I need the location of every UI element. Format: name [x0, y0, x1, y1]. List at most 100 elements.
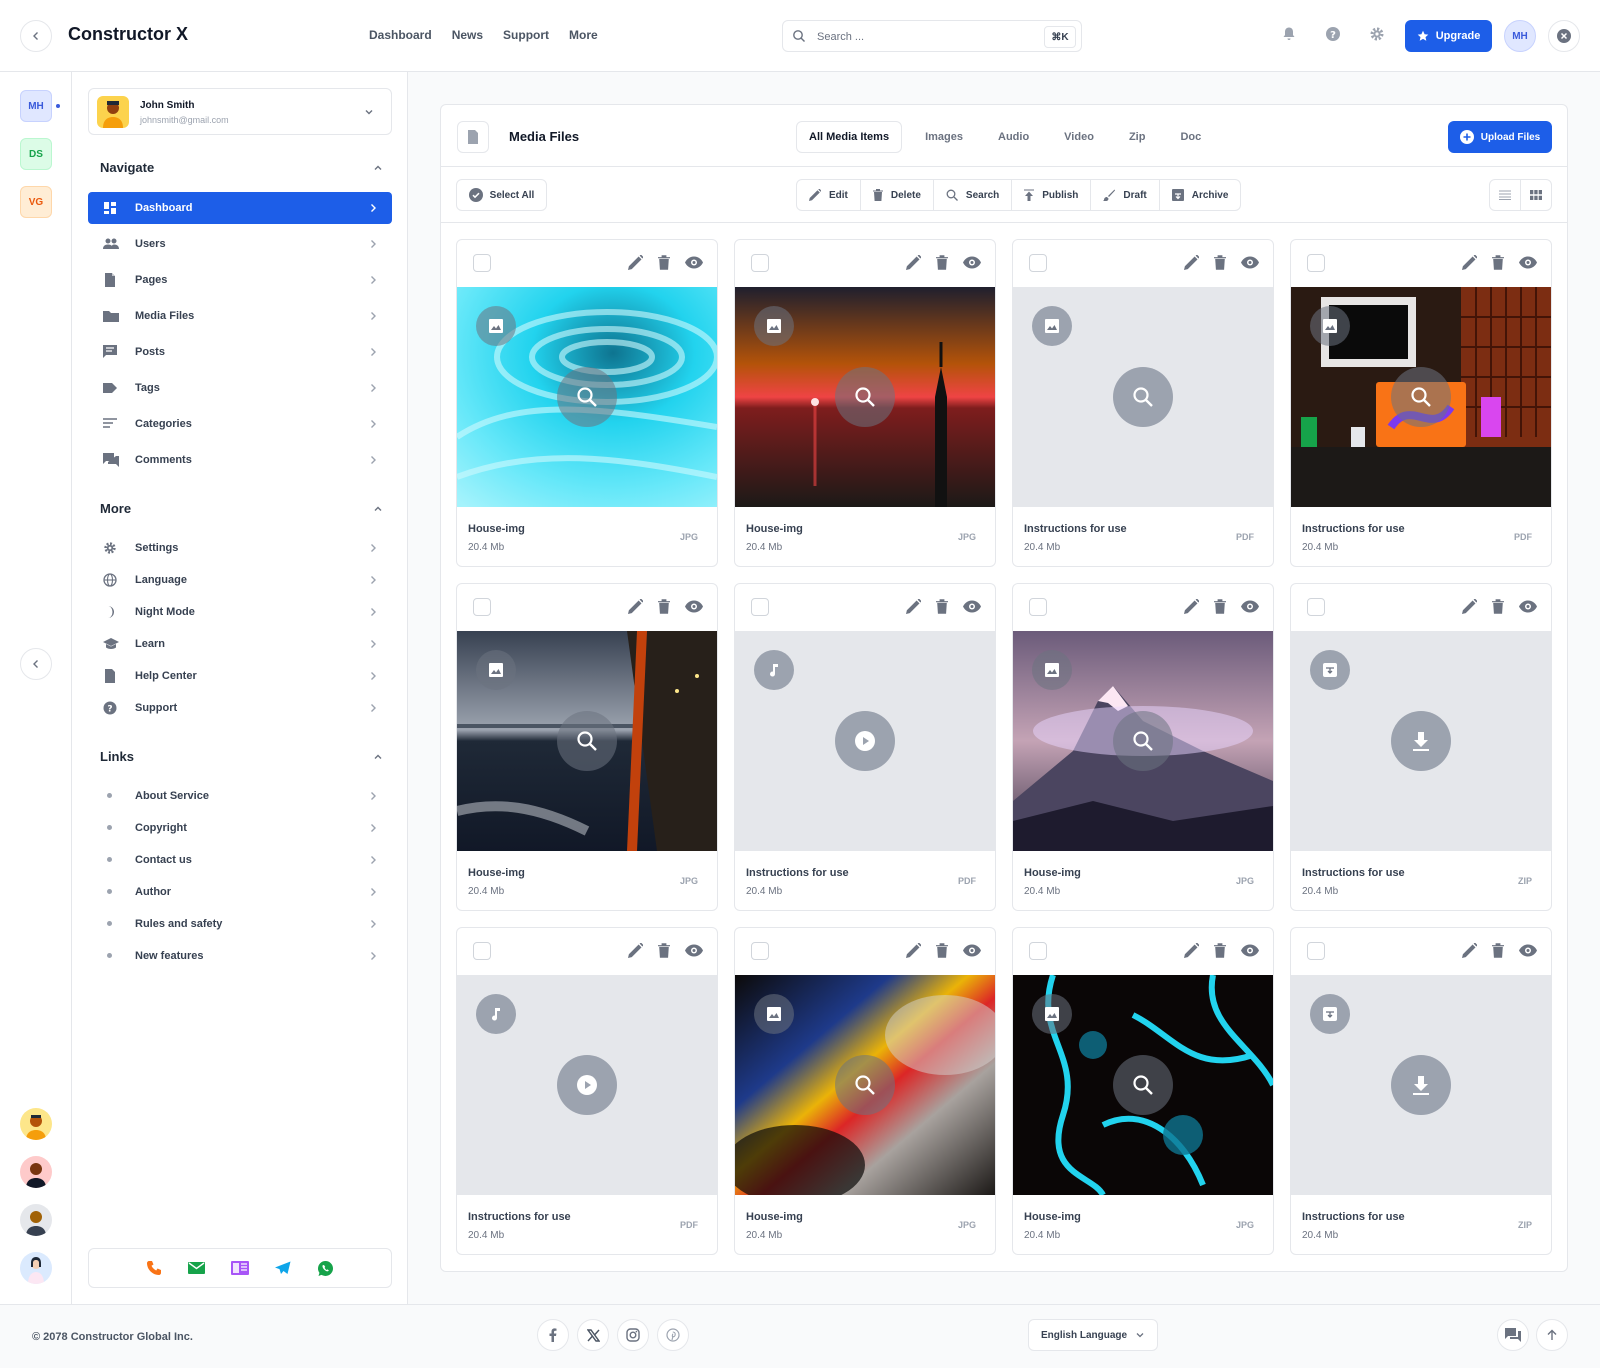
archive-button[interactable]: Archive [1160, 180, 1241, 210]
help-icon[interactable]: ? [1325, 26, 1341, 42]
select-checkbox[interactable] [473, 598, 491, 616]
link-copyright[interactable]: Copyright [88, 812, 392, 844]
tab-video[interactable]: Video [1052, 121, 1106, 153]
media-card[interactable]: Instructions for use 20.4 Mb ZIP [1290, 583, 1552, 911]
trash-icon[interactable] [658, 943, 670, 958]
select-checkbox[interactable] [1029, 942, 1047, 960]
preview-button[interactable] [1113, 367, 1173, 427]
pencil-icon[interactable] [1462, 943, 1477, 958]
mail-icon[interactable] [188, 1261, 205, 1275]
workspace-vg[interactable]: VG [20, 186, 52, 218]
eye-icon[interactable] [963, 255, 981, 270]
media-thumbnail[interactable] [1013, 975, 1273, 1195]
section-navigate[interactable]: Navigate [100, 160, 384, 175]
draft-button[interactable]: Draft [1091, 180, 1160, 210]
pencil-icon[interactable] [906, 255, 921, 270]
section-links[interactable]: Links [100, 749, 384, 764]
link-rules-and-safety[interactable]: Rules and safety [88, 908, 392, 940]
select-checkbox[interactable] [473, 254, 491, 272]
topnav-dashboard[interactable]: Dashboard [369, 28, 432, 42]
sidebar-item-media-files[interactable]: Media Files [88, 300, 392, 332]
select-checkbox[interactable] [473, 942, 491, 960]
workspace-ds[interactable]: DS [20, 138, 52, 170]
eye-icon[interactable] [1241, 255, 1259, 270]
eye-icon[interactable] [685, 599, 703, 614]
sidebar-item-support[interactable]: ? Support [88, 692, 392, 724]
sidebar-item-help-center[interactable]: Help Center [88, 660, 392, 692]
eye-icon[interactable] [685, 943, 703, 958]
select-checkbox[interactable] [751, 942, 769, 960]
preview-button[interactable] [835, 711, 895, 771]
trash-icon[interactable] [936, 255, 948, 270]
sidebar-item-learn[interactable]: Learn [88, 628, 392, 660]
sidebar-item-pages[interactable]: Pages [88, 264, 392, 296]
team-avatar[interactable] [20, 1204, 52, 1236]
trash-icon[interactable] [936, 599, 948, 614]
preview-button[interactable] [1113, 711, 1173, 771]
tab-audio[interactable]: Audio [986, 121, 1041, 153]
publish-button[interactable]: Publish [1012, 180, 1092, 210]
select-checkbox[interactable] [1307, 254, 1325, 272]
eye-icon[interactable] [685, 255, 703, 270]
language-select[interactable]: English Language [1028, 1319, 1158, 1351]
topnav-more[interactable]: More [569, 28, 598, 42]
media-card[interactable]: House-img 20.4 Mb JPG [734, 239, 996, 567]
media-thumbnail[interactable] [735, 975, 995, 1195]
tab-all-media-items[interactable]: All Media Items [796, 121, 903, 153]
preview-button[interactable] [557, 711, 617, 771]
account-avatar[interactable]: MH [1504, 20, 1536, 52]
pencil-icon[interactable] [906, 943, 921, 958]
media-card[interactable]: Instructions for use 20.4 Mb PDF [456, 927, 718, 1255]
link-new-features[interactable]: New features [88, 940, 392, 972]
edit-button[interactable]: Edit [797, 180, 861, 210]
media-card[interactable]: Instructions for use 20.4 Mb ZIP [1290, 927, 1552, 1255]
media-thumbnail[interactable] [1291, 287, 1551, 507]
media-card[interactable]: Instructions for use 20.4 Mb PDF [1012, 239, 1274, 567]
trash-icon[interactable] [936, 943, 948, 958]
media-thumbnail[interactable] [1013, 631, 1273, 851]
trash-icon[interactable] [658, 255, 670, 270]
trash-icon[interactable] [1492, 943, 1504, 958]
section-more[interactable]: More [100, 501, 384, 516]
preview-button[interactable] [1391, 711, 1451, 771]
pencil-icon[interactable] [628, 943, 643, 958]
media-thumbnail[interactable] [457, 975, 717, 1195]
pencil-icon[interactable] [1184, 599, 1199, 614]
preview-button[interactable] [1391, 1055, 1451, 1115]
sidebar-item-dashboard[interactable]: Dashboard [88, 192, 392, 224]
facebook-button[interactable] [537, 1319, 569, 1351]
topnav-news[interactable]: News [452, 28, 483, 42]
media-thumbnail[interactable] [735, 287, 995, 507]
select-checkbox[interactable] [1307, 598, 1325, 616]
trash-icon[interactable] [1492, 599, 1504, 614]
media-thumbnail[interactable] [1013, 287, 1273, 507]
pencil-icon[interactable] [1462, 255, 1477, 270]
x-button[interactable] [577, 1319, 609, 1351]
team-avatar[interactable] [20, 1252, 52, 1284]
sidebar-item-night-mode[interactable]: Night Mode [88, 596, 392, 628]
trash-icon[interactable] [1214, 599, 1226, 614]
select-checkbox[interactable] [751, 254, 769, 272]
trash-icon[interactable] [1214, 255, 1226, 270]
sidebar-item-posts[interactable]: Posts [88, 336, 392, 368]
pencil-icon[interactable] [906, 599, 921, 614]
media-thumbnail[interactable] [1291, 631, 1551, 851]
media-card[interactable]: House-img 20.4 Mb JPG [456, 583, 718, 911]
grid-view-button[interactable] [1521, 180, 1551, 210]
phone-icon[interactable] [146, 1260, 162, 1276]
sidebar-item-categories[interactable]: Categories [88, 408, 392, 440]
sidebar-item-comments[interactable]: Comments [88, 444, 392, 476]
preview-button[interactable] [835, 367, 895, 427]
preview-button[interactable] [557, 367, 617, 427]
preview-button[interactable] [1113, 1055, 1173, 1115]
eye-icon[interactable] [963, 599, 981, 614]
workspace-mh[interactable]: MH [20, 90, 52, 122]
telegram-icon[interactable] [275, 1261, 291, 1275]
select-checkbox[interactable] [1029, 254, 1047, 272]
media-card[interactable]: House-img 20.4 Mb JPG [734, 927, 996, 1255]
pencil-icon[interactable] [1462, 599, 1477, 614]
chat-button[interactable] [1497, 1319, 1529, 1351]
preview-button[interactable] [835, 1055, 895, 1115]
scroll-top-button[interactable] [1536, 1319, 1568, 1351]
preview-button[interactable] [1391, 367, 1451, 427]
